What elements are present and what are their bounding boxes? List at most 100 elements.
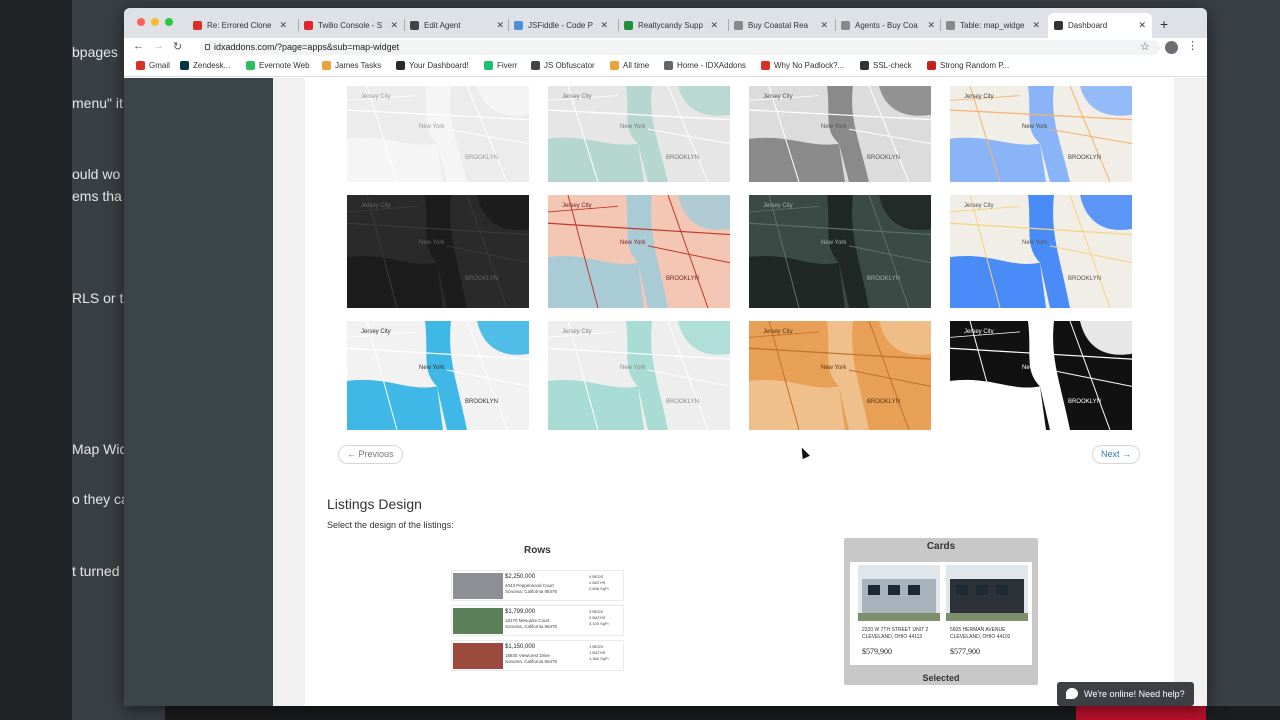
maximize-window-button[interactable]	[165, 18, 173, 26]
live-chat-button[interactable]: We're online! Need help?	[1057, 682, 1194, 706]
map-style-option[interactable]: Jersey City New York BROOKLYN	[950, 86, 1132, 182]
browser-tab[interactable]: Buy Coastal Rea ✕	[728, 13, 834, 38]
dashboard-sidebar	[124, 78, 273, 706]
map-label-city: Jersey City	[562, 203, 592, 209]
bookmark-item[interactable]: All time	[610, 61, 649, 70]
bookmark-item[interactable]: Zendesk...	[180, 61, 230, 70]
tab-title: Buy Coastal Rea	[748, 21, 809, 30]
reload-button[interactable]: ↻	[173, 40, 182, 53]
tab-title: Realtycandy Supp	[638, 21, 703, 30]
bookmark-favicon-icon	[136, 61, 145, 70]
close-tab-icon[interactable]: ✕	[1032, 20, 1040, 31]
tab-favicon-icon	[734, 21, 743, 30]
map-style-option[interactable]: Jersey City New York BROOKLYN	[950, 195, 1132, 308]
map-preview	[749, 86, 931, 182]
listing-row-preview: $2,250,000 4043 Pepperwood Court Sonoma, C…	[451, 570, 624, 601]
bookmark-item[interactable]: Home - IDXAddons	[664, 61, 746, 70]
close-tab-icon[interactable]: ✕	[496, 20, 504, 31]
bookmark-item[interactable]: Why No Padlock?...	[761, 61, 844, 70]
map-label-city: Jersey City	[361, 94, 391, 100]
next-page-button[interactable]: Next →	[1092, 445, 1141, 464]
bookmark-star-icon[interactable]: ☆	[1140, 40, 1150, 53]
browser-menu-icon[interactable]: ⋮	[1187, 39, 1198, 52]
bookmark-item[interactable]: Evernote Web	[246, 61, 310, 70]
map-label-borough: BROOKLYN	[666, 399, 699, 406]
listing-price: $1,799,000	[505, 609, 536, 615]
bookmarks-bar: Gmail Zendesk... Evernote Web James Tasks Yo…	[124, 57, 1207, 77]
close-tab-icon[interactable]: ✕	[600, 20, 608, 31]
tab-title: Re: Errored Clone	[207, 21, 272, 30]
browser-tab[interactable]: Dashboard ✕	[1048, 13, 1152, 38]
bookmark-item[interactable]: James Tasks	[322, 61, 381, 70]
map-preview	[950, 86, 1132, 182]
map-style-option[interactable]: Jersey City New York BROOKLYN	[347, 321, 529, 430]
browser-tab[interactable]: Realtycandy Supp ✕	[618, 13, 724, 38]
browser-tab[interactable]: Edit Agent ✕	[404, 13, 510, 38]
bookmark-item[interactable]: SSL-check	[860, 61, 912, 70]
map-label-borough: BROOKLYN	[1068, 399, 1101, 406]
map-style-option[interactable]: Jersey City New York BROOKLYN	[548, 321, 730, 430]
tab-title: Edit Agent	[424, 21, 461, 30]
minimize-window-button[interactable]	[151, 18, 159, 26]
close-tab-icon[interactable]: ✕	[927, 20, 935, 31]
background-text-line: menu" it	[72, 95, 123, 111]
map-style-option[interactable]: Jersey City New York BROOKLYN	[347, 86, 529, 182]
browser-tab[interactable]: Table: map_widge ✕	[940, 13, 1046, 38]
bookmark-favicon-icon	[531, 61, 540, 70]
new-tab-button[interactable]: +	[1160, 16, 1168, 32]
browser-tab[interactable]: Re: Errored Clone ✕	[187, 13, 293, 38]
forward-button[interactable]: →	[153, 40, 164, 52]
map-style-option[interactable]: Jersey City New York BROOKLYN	[749, 86, 931, 182]
map-preview	[548, 195, 730, 308]
background-text-line: o they ca	[72, 491, 129, 507]
map-label-city: Jersey City	[562, 94, 592, 100]
url-text: idxaddons.com/?page=apps&sub=map-widget	[214, 42, 400, 52]
map-style-option[interactable]: Jersey City New York BROOKLYN	[548, 86, 730, 182]
listing-card-preview: 5605 HERMAN AVENUE CLEVELAND, OHIO 44102 $…	[946, 565, 1028, 661]
bookmark-item[interactable]: Strong Random P...	[927, 61, 1009, 70]
profile-avatar[interactable]	[1165, 41, 1178, 54]
bookmark-item[interactable]: Your Dashboard!	[396, 61, 469, 70]
tab-title: JSFiddle - Code P	[528, 21, 593, 30]
close-tab-icon[interactable]: ✕	[279, 20, 287, 31]
map-label-city: New York	[821, 240, 847, 247]
map-label-city: New York	[821, 124, 847, 131]
background-app-sidebar	[0, 0, 72, 720]
selected-label: Selected	[922, 673, 960, 683]
map-label-city: New York	[419, 124, 445, 131]
map-style-option[interactable]: Jersey City New York BROOKLYN	[347, 195, 529, 308]
map-preview	[749, 195, 931, 308]
tab-favicon-icon	[304, 21, 313, 30]
close-tab-icon[interactable]: ✕	[1138, 20, 1146, 31]
browser-tab[interactable]: Twilio Console - S ✕	[298, 13, 404, 38]
map-label-city: New York	[419, 240, 445, 247]
map-style-option[interactable]: Jersey City New York BROOKLYN	[749, 321, 931, 430]
bookmark-item[interactable]: Fiverr	[484, 61, 517, 70]
map-preview	[950, 321, 1132, 430]
listing-address: 18170 Mesquite Court Sonoma, California 9…	[505, 618, 558, 629]
bookmark-item[interactable]: Gmail	[136, 61, 170, 70]
previous-page-button[interactable]: ← Previous	[338, 445, 403, 464]
back-button[interactable]: ←	[133, 40, 144, 52]
close-window-button[interactable]	[137, 18, 145, 26]
background-text-line: ould wo	[72, 166, 121, 182]
tab-separator	[508, 19, 509, 31]
tab-separator	[618, 19, 619, 31]
map-style-option[interactable]: Jersey City New York BROOKLYN	[950, 321, 1132, 430]
address-bar[interactable]: idxaddons.com/?page=apps&sub=map-widget	[200, 40, 1160, 55]
close-tab-icon[interactable]: ✕	[820, 20, 828, 31]
map-style-option[interactable]: Jersey City New York BROOKLYN	[548, 195, 730, 308]
browser-tab[interactable]: JSFiddle - Code P ✕	[508, 13, 614, 38]
listing-photo	[453, 643, 503, 669]
bookmark-favicon-icon	[396, 61, 405, 70]
cards-option[interactable]: Cards 2220 W 7TH STREET UNIT 2 CLEVELAND,…	[844, 538, 1038, 685]
bookmark-item[interactable]: JS Obfuscator	[531, 61, 595, 70]
close-tab-icon[interactable]: ✕	[390, 20, 398, 31]
browser-tab[interactable]: Agents - Buy Coa ✕	[835, 13, 941, 38]
close-tab-icon[interactable]: ✕	[710, 20, 718, 31]
map-label-borough: BROOKLYN	[1068, 276, 1101, 283]
map-style-option[interactable]: Jersey City New York BROOKLYN	[749, 195, 931, 308]
listing-photo	[453, 573, 503, 599]
tab-separator	[728, 19, 729, 31]
bookmark-favicon-icon	[860, 61, 869, 70]
